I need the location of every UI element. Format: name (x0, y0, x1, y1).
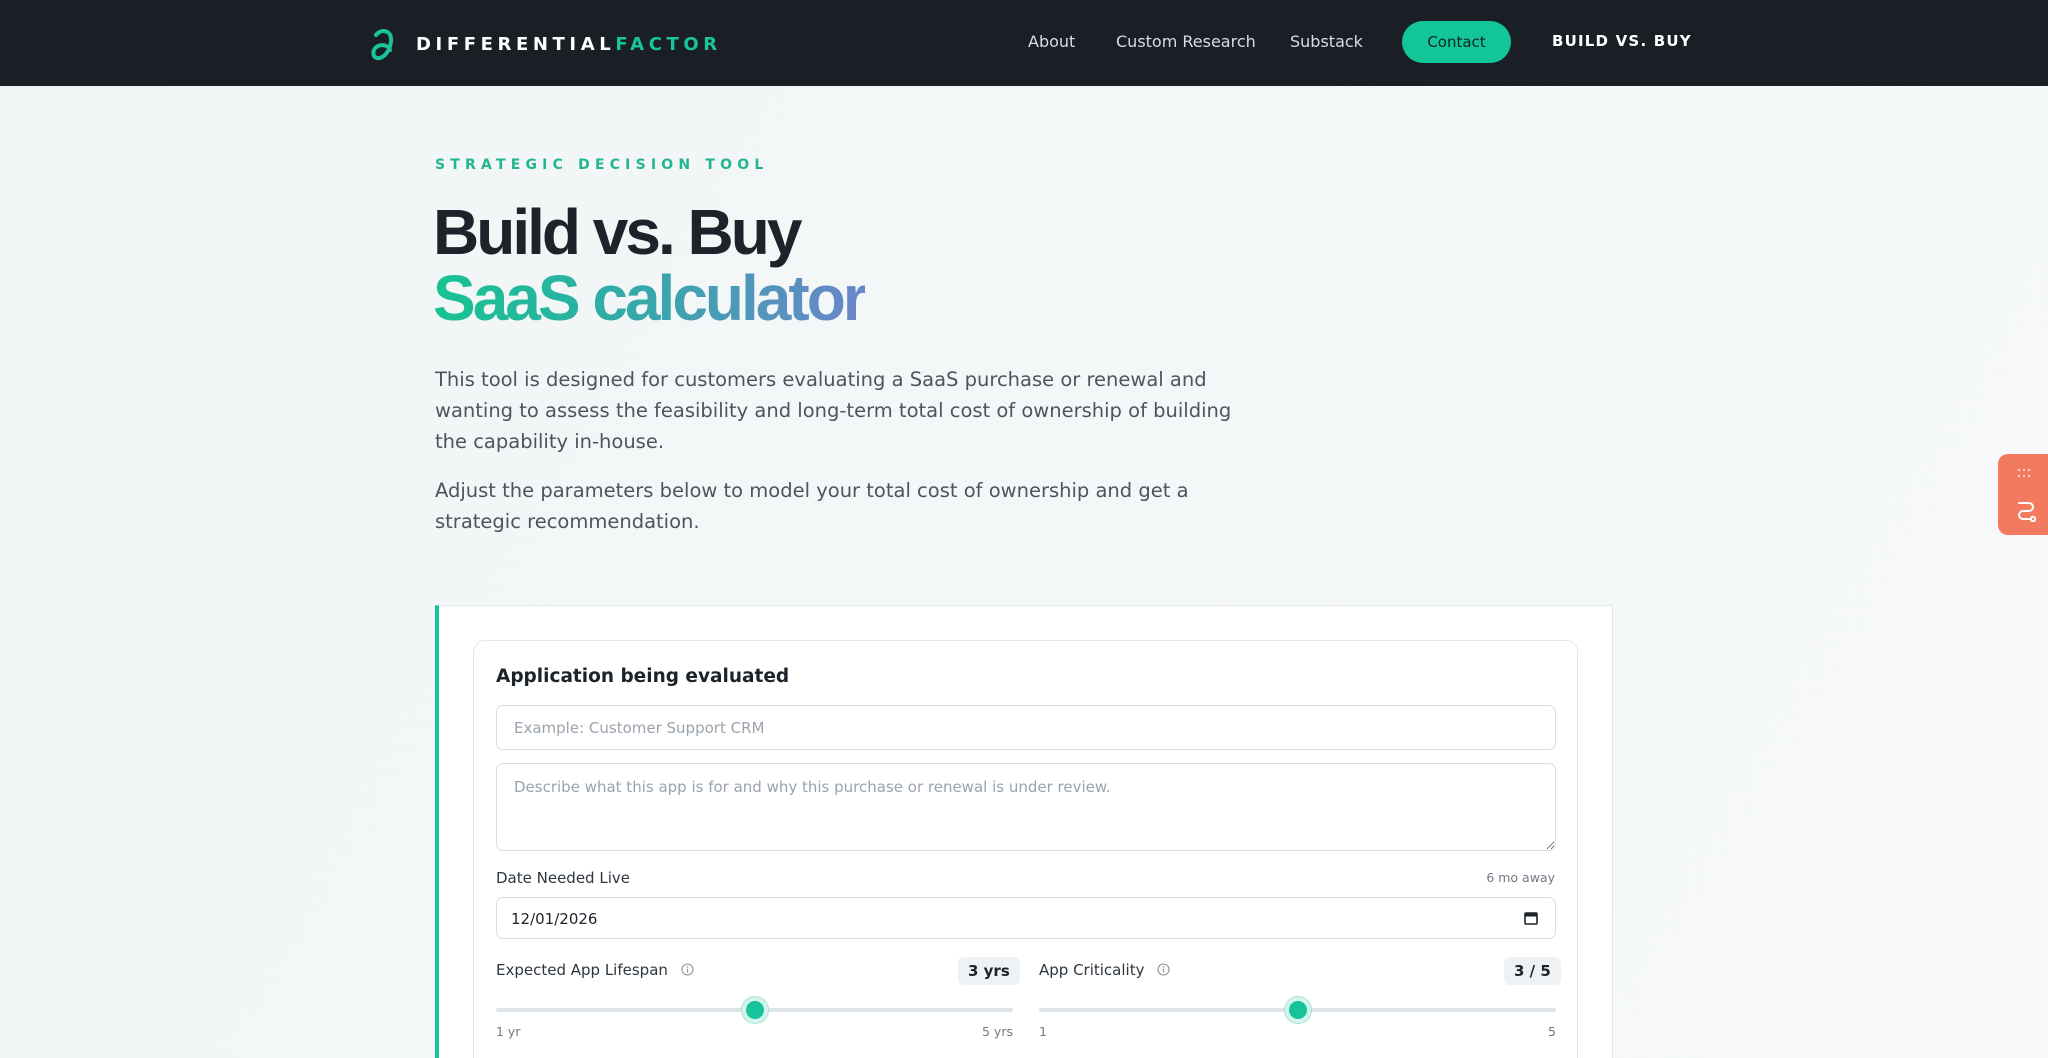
lifespan-label: Expected App Lifespan (496, 961, 694, 979)
page-title: Build vs. Buy (433, 196, 802, 268)
brand-logo[interactable]: DIFFERENTIALFACTOR (370, 26, 722, 62)
date-away-hint: 6 mo away (1486, 870, 1555, 885)
info-icon[interactable] (681, 963, 694, 976)
criticality-label-text: App Criticality (1039, 961, 1145, 979)
page-subtitle: SaaS calculator (433, 262, 868, 334)
criticality-max-label: 5 (1548, 1024, 1556, 1039)
date-value: 12/01/2026 (511, 910, 598, 928)
criticality-label: App Criticality (1039, 961, 1170, 979)
partial-derivative-icon (371, 29, 394, 61)
app-description-textarea[interactable] (496, 763, 1556, 851)
hero-eyebrow: STRATEGIC DECISION TOOL (435, 157, 769, 173)
date-needed-live-label: Date Needed Live (496, 869, 630, 887)
criticality-min-label: 1 (1039, 1024, 1047, 1039)
contact-button[interactable]: Contact (1402, 21, 1511, 63)
lifespan-value-badge: 3 yrs (958, 957, 1020, 985)
date-needed-live-input[interactable]: 12/01/2026 (496, 897, 1556, 939)
lifespan-slider-track[interactable] (496, 997, 1013, 1023)
drag-handle-icon[interactable] (2016, 468, 2036, 478)
nav-link-about[interactable]: About (1028, 32, 1075, 51)
app-name-input[interactable] (496, 705, 1556, 750)
route-icon (2018, 502, 2037, 522)
top-navigation-bar: DIFFERENTIALFACTOR About Custom Research… (0, 0, 2048, 86)
lifespan-label-text: Expected App Lifespan (496, 961, 668, 979)
info-icon[interactable] (1157, 963, 1170, 976)
lifespan-max-label: 5 yrs (982, 1024, 1013, 1039)
nav-link-custom-research[interactable]: Custom Research (1116, 32, 1256, 51)
criticality-slider-handle[interactable] (1284, 997, 1311, 1023)
criticality-value-badge: 3 / 5 (1504, 957, 1561, 985)
lifespan-slider-handle[interactable] (741, 997, 768, 1023)
nav-link-build-vs-buy[interactable]: BUILD VS. BUY (1552, 32, 1692, 50)
calendar-icon[interactable] (1523, 910, 1539, 926)
brand-wordmark-accent: FACTOR (615, 33, 722, 55)
brand-wordmark-primary: DIFFERENTIAL (416, 33, 616, 55)
nav-link-substack[interactable]: Substack (1290, 32, 1363, 51)
lifespan-min-label: 1 yr (496, 1024, 521, 1039)
brand-wordmark: DIFFERENTIALFACTOR (416, 34, 722, 55)
intro-paragraph-1: This tool is designed for customers eval… (435, 368, 1232, 453)
section-title-application: Application being evaluated (496, 666, 790, 687)
criticality-slider-track[interactable] (1039, 997, 1556, 1023)
intro-paragraph-2: Adjust the parameters below to model you… (435, 479, 1189, 533)
floating-side-tab[interactable] (1998, 454, 2048, 535)
